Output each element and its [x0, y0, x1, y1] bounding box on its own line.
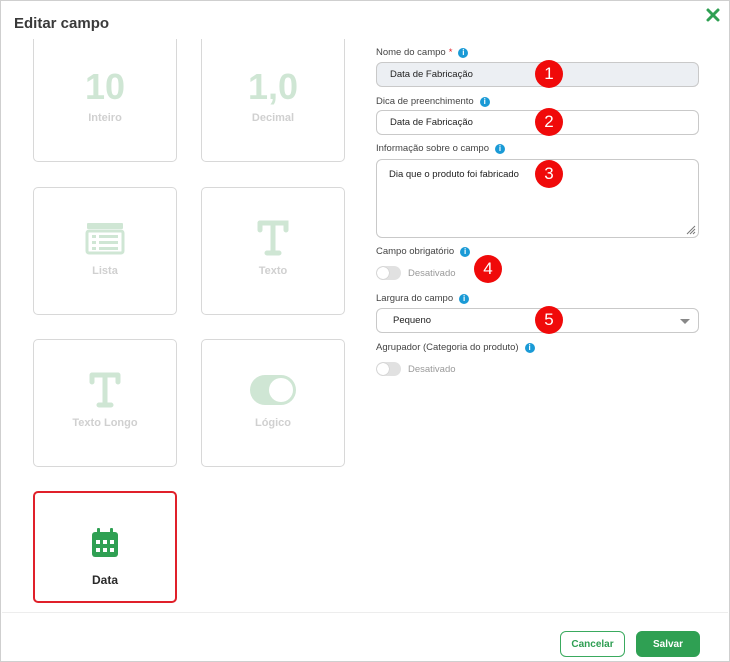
type-card-label: Lista [92, 265, 118, 277]
modal-title: Editar campo [14, 15, 110, 32]
calendar-icon [91, 523, 119, 563]
info-icon[interactable]: i [459, 293, 470, 304]
required-field-toggle-row: Desativado [376, 266, 456, 280]
cancel-button[interactable]: Cancelar [560, 631, 625, 657]
annotation-marker-3: 3 [535, 160, 563, 188]
grouper-toggle-row: Desativado [376, 362, 456, 376]
field-width-value: Pequeno [393, 315, 432, 326]
footer-divider [2, 612, 728, 613]
field-name-label-text: Nome do campo [376, 47, 446, 58]
type-card-label: Decimal [251, 112, 295, 124]
text-t-icon [257, 218, 289, 258]
save-button[interactable]: Salvar [636, 631, 700, 657]
type-card-label: Inteiro [88, 112, 122, 124]
field-width-label-text: Largura do campo [376, 293, 454, 304]
type-card-logico[interactable]: Lógico [201, 339, 345, 467]
field-name-label: Nome do campo * i [376, 47, 469, 58]
grouper-label: Agrupador (Categoria do produto) i [376, 342, 535, 353]
edit-field-modal: Editar campo 10 Inteiro 1,0 Decimal List… [0, 0, 730, 662]
type-card-lista[interactable]: Lista [33, 187, 177, 315]
required-field-state: Desativado [408, 267, 456, 279]
required-mark: * [448, 47, 453, 58]
required-field-label-text: Campo obrigatório [376, 246, 455, 257]
type-card-data[interactable]: Data [33, 491, 177, 603]
list-icon [85, 218, 125, 258]
fill-hint-label-text: Dica de preenchimento [376, 96, 474, 107]
type-card-decimal[interactable]: 1,0 Decimal [201, 39, 345, 162]
field-info-value: Dia que o produto foi fabricado [389, 169, 519, 180]
info-icon[interactable]: i [524, 342, 535, 353]
close-icon[interactable] [705, 7, 721, 23]
annotation-marker-5: 5 [535, 306, 563, 334]
type-card-texto[interactable]: Texto [201, 187, 345, 315]
field-info-label: Informação sobre o campo i [376, 143, 506, 154]
info-icon[interactable]: i [479, 96, 490, 107]
text-t-icon [89, 370, 121, 410]
type-card-label: Texto [258, 265, 288, 277]
toggle-knob [377, 267, 389, 279]
type-card-label: Lógico [254, 417, 292, 429]
required-field-toggle[interactable] [376, 266, 401, 280]
resize-handle-icon[interactable] [686, 225, 696, 235]
fill-hint-label: Dica de preenchimento i [376, 96, 490, 107]
inteiro-glyph: 10 [84, 66, 126, 107]
info-icon[interactable]: i [460, 246, 471, 257]
field-info-label-text: Informação sobre o campo [376, 143, 490, 154]
type-card-label: Texto Longo [72, 417, 138, 429]
toggle-knob [377, 363, 389, 375]
info-icon[interactable]: i [458, 47, 469, 58]
annotation-marker-1: 1 [535, 60, 563, 88]
grouper-label-text: Agrupador (Categoria do produto) [376, 342, 519, 353]
required-field-label: Campo obrigatório i [376, 246, 471, 257]
grouper-toggle[interactable] [376, 362, 401, 376]
type-card-label: Data [91, 573, 118, 587]
annotation-marker-4: 4 [474, 255, 502, 283]
grouper-state: Desativado [408, 363, 456, 375]
field-width-label: Largura do campo i [376, 293, 470, 304]
annotation-marker-2: 2 [535, 108, 563, 136]
chevron-down-icon [680, 319, 690, 324]
type-card-inteiro[interactable]: 10 Inteiro [33, 39, 177, 162]
toggle-icon [249, 370, 297, 410]
info-icon[interactable]: i [495, 143, 506, 154]
decimal-glyph: 1,0 [247, 66, 299, 107]
type-card-texto-longo[interactable]: Texto Longo [33, 339, 177, 467]
